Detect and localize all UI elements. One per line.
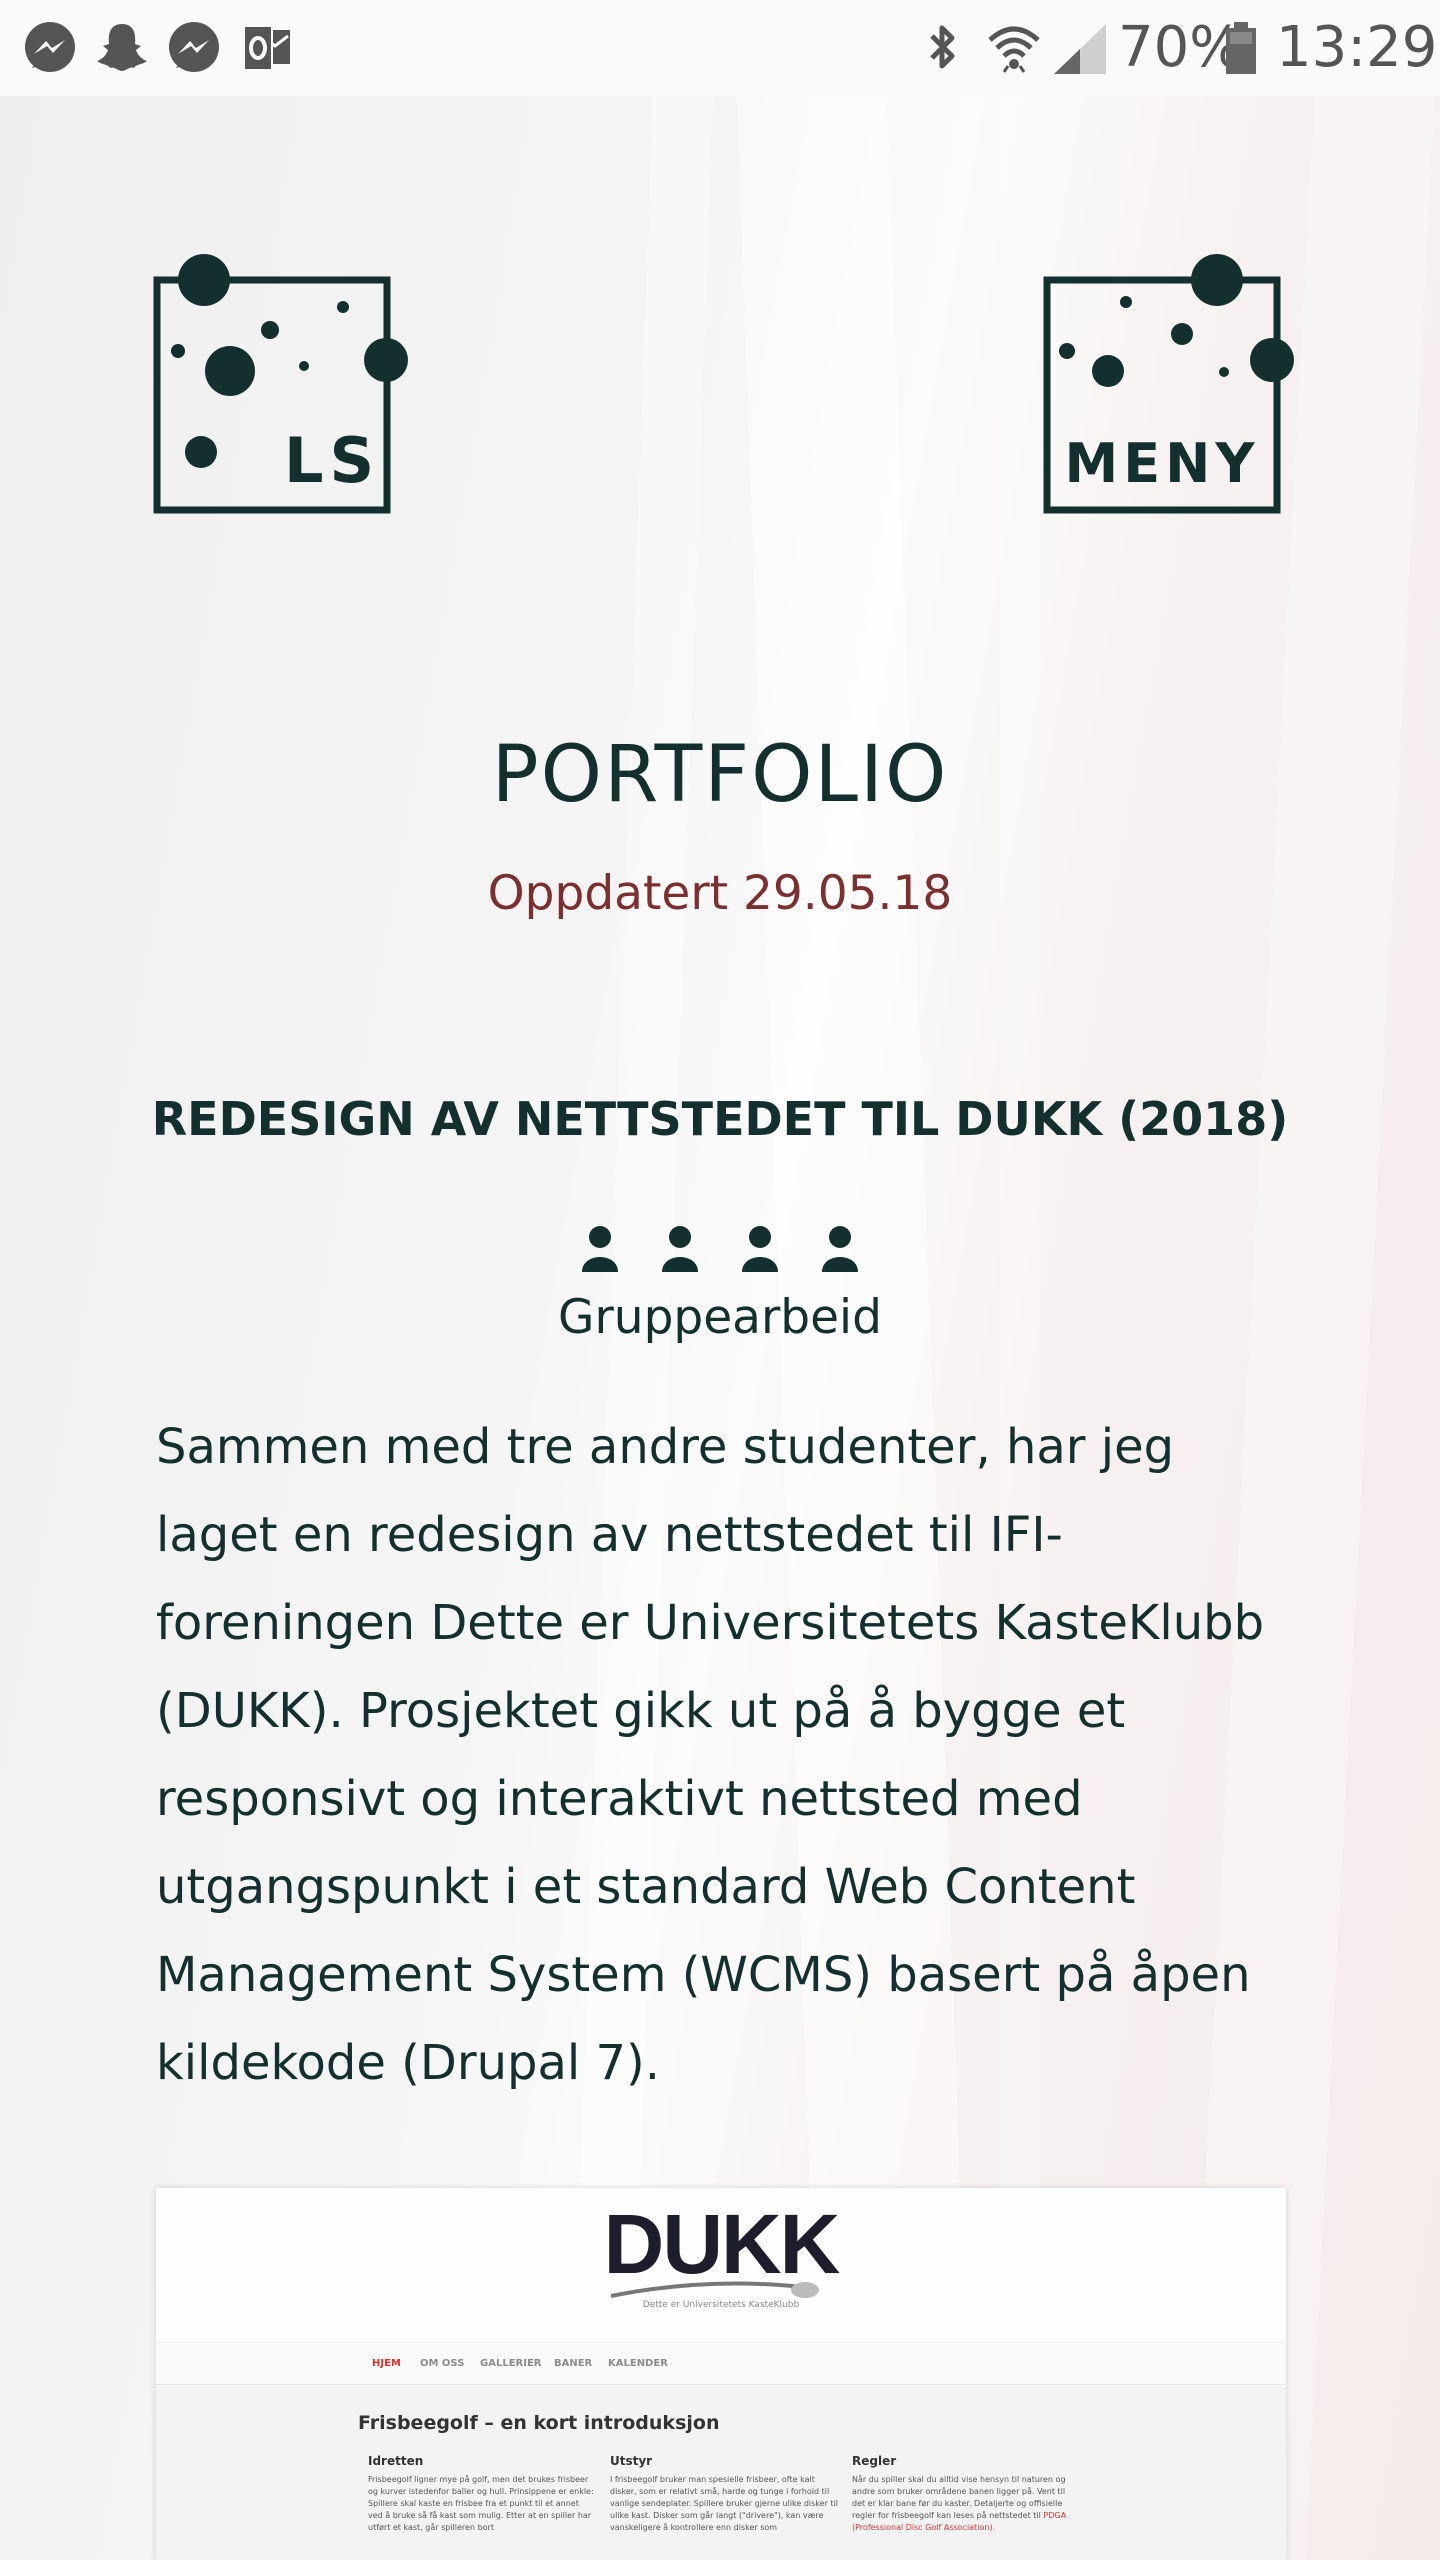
person-icon	[822, 1226, 858, 1272]
group-label: Gruppearbeid	[558, 1290, 882, 1345]
preview-nav-item[interactable]: GALLERIER	[480, 2358, 541, 2369]
project-screenshot[interactable]: DUKK Dette er Universitetets KasteKlubb …	[156, 2188, 1286, 2560]
status-bar: 70% 13:29	[0, 0, 1440, 97]
outlook-icon[interactable]	[238, 18, 298, 78]
menu-button[interactable]: MENY	[1034, 250, 1304, 520]
preview-nav-item[interactable]: BANER	[554, 2358, 592, 2369]
preview-column-title: Idretten	[368, 2454, 424, 2468]
preview-nav: HJEM OM OSS GALLERIER BANER KALENDER	[156, 2344, 1286, 2385]
wifi-icon	[988, 26, 1040, 73]
group-people-icons	[582, 1226, 858, 1272]
signal-icon	[1054, 24, 1106, 74]
preview-nav-item[interactable]: HJEM	[372, 2358, 401, 2369]
project-title: REDESIGN AV NETTSTEDET TIL DUKK (2018)	[151, 1092, 1289, 1146]
preview-column-title: Regler	[852, 2454, 897, 2468]
preview-nav-item[interactable]: KALENDER	[608, 2358, 668, 2369]
preview-column: Utstyr I frisbeegolf bruker man spesiell…	[610, 2454, 838, 2534]
battery-icon	[1226, 22, 1256, 74]
messenger-icon[interactable]	[20, 18, 80, 78]
ls-logo-text: LS	[284, 424, 380, 497]
preview-column-title: Utstyr	[610, 2454, 653, 2468]
page-title: PORTFOLIO	[491, 730, 949, 820]
updated-date: Oppdatert 29.05.18	[487, 866, 953, 921]
project-description: Sammen med tre andre studenter, har jeg …	[156, 1419, 1265, 2091]
snapchat-icon[interactable]	[92, 18, 152, 78]
preview-column-text: Frisbeegolf ligner mye på golf, men det …	[368, 2475, 594, 2532]
menu-label: MENY	[1065, 432, 1260, 495]
preview-column: Idretten Frisbeegolf ligner mye på golf,…	[368, 2454, 596, 2534]
dukk-tagline: Dette er Universitetets KasteKlubb	[642, 2300, 800, 2310]
preview-column-text: Når du spiller skal du alltid vise hensy…	[852, 2475, 1066, 2520]
preview-heading: Frisbeegolf – en kort introduksjon	[358, 2412, 720, 2434]
clock: 13:29	[1276, 15, 1438, 80]
person-icon	[662, 1226, 698, 1272]
preview-column-text: I frisbeegolf bruker man spesielle frisb…	[610, 2475, 839, 2532]
person-icon	[582, 1226, 618, 1272]
ls-logo[interactable]: LS	[146, 250, 416, 520]
person-icon	[742, 1226, 778, 1272]
preview-header: DUKK Dette er Universitetets KasteKlubb	[156, 2188, 1286, 2343]
preview-nav-item[interactable]: OM OSS	[420, 2358, 464, 2369]
preview-column: Regler Når du spiller skal du alltid vis…	[852, 2454, 1080, 2534]
bluetooth-icon	[930, 25, 955, 69]
messenger-icon[interactable]	[164, 18, 224, 78]
